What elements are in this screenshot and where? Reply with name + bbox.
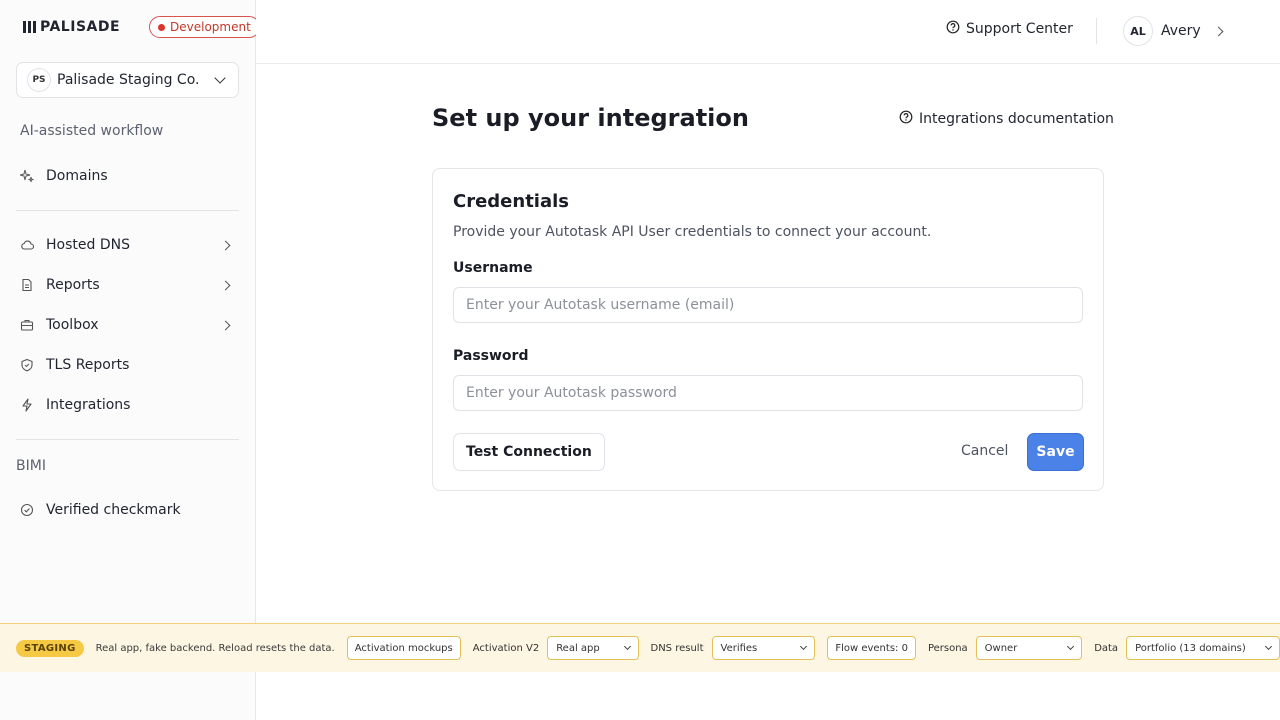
- dns-result-label: DNS result: [650, 642, 704, 654]
- activation-v2-select[interactable]: Real app: [547, 636, 639, 660]
- chevron-right-icon: [220, 240, 231, 250]
- check-circle-icon: [20, 503, 34, 517]
- activation-v2-value: Real app: [556, 642, 600, 654]
- persona-value: Owner: [984, 642, 1018, 654]
- sidebar-item-integrations[interactable]: Integrations: [16, 389, 239, 421]
- chevron-down-icon: [800, 642, 808, 651]
- chevron-right-icon: [220, 320, 231, 330]
- environment-badge-label: Development: [170, 20, 251, 34]
- chevron-right-icon: [1213, 26, 1224, 36]
- card-description: Provide your Autotask API User credentia…: [453, 224, 932, 240]
- user-name: Avery: [1161, 23, 1201, 39]
- avatar: AL: [1123, 16, 1153, 46]
- data-label: Data: [1094, 642, 1119, 654]
- sparkle-icon: [20, 169, 34, 183]
- support-center-link[interactable]: Support Center: [946, 20, 1073, 38]
- activation-mockups-button[interactable]: Activation mockups: [346, 636, 461, 660]
- chevron-down-icon: [214, 72, 226, 84]
- chevron-down-icon: [1067, 642, 1075, 651]
- dns-result-value: Verifies: [720, 642, 758, 654]
- help-circle-icon: [899, 110, 913, 128]
- staging-description: Real app, fake backend. Reload resets th…: [95, 642, 335, 654]
- brand-name: PALISADE: [40, 19, 121, 35]
- chevron-right-icon: [220, 280, 231, 290]
- organization-select[interactable]: PS Palisade Staging Co.: [16, 62, 239, 98]
- page-title: Set up your integration: [432, 104, 749, 132]
- chevron-down-icon: [1264, 642, 1273, 651]
- dns-result-select[interactable]: Verifies: [711, 636, 816, 660]
- sidebar-divider: [16, 439, 239, 440]
- persona-label: Persona: [927, 642, 968, 654]
- sidebar-item-toolbox[interactable]: Toolbox: [16, 309, 239, 341]
- help-circle-icon: [946, 20, 960, 38]
- user-menu[interactable]: AL Avery: [1123, 16, 1224, 46]
- data-value: Portfolio (13 domains): [1135, 642, 1246, 654]
- password-label: Password: [453, 348, 529, 364]
- section-label-bimi: BIMI: [16, 458, 46, 474]
- sidebar-item-label: Toolbox: [46, 317, 99, 333]
- section-label-ai-workflow: AI-assisted workflow: [20, 123, 164, 139]
- sidebar-item-hosted-dns[interactable]: Hosted DNS: [16, 229, 239, 261]
- test-connection-button[interactable]: Test Connection: [453, 433, 605, 471]
- staging-badge: STAGING: [16, 639, 84, 657]
- docs-link-label: Integrations documentation: [919, 111, 1114, 127]
- chevron-down-icon: [623, 642, 631, 651]
- brand-logo[interactable]: PALISADE: [23, 16, 120, 38]
- sidebar-item-label: Reports: [46, 277, 100, 293]
- password-input[interactable]: [453, 375, 1083, 411]
- top-bar: Support Center AL Avery: [256, 0, 1280, 64]
- environment-badge: Development: [149, 16, 260, 38]
- staging-toolbar: STAGING Real app, fake backend. Reload r…: [0, 623, 1280, 672]
- card-title: Credentials: [453, 191, 570, 212]
- document-icon: [20, 278, 34, 292]
- org-name: Palisade Staging Co.: [57, 72, 200, 88]
- save-button[interactable]: Save: [1027, 433, 1084, 471]
- sidebar-item-label: Verified checkmark: [46, 502, 181, 518]
- sidebar-item-domains[interactable]: Domains: [16, 160, 239, 192]
- bolt-icon: [20, 398, 34, 412]
- sidebar: PALISADE Development PS Palisade Staging…: [0, 0, 260, 720]
- cancel-button[interactable]: Cancel: [961, 443, 1008, 459]
- sidebar-item-reports[interactable]: Reports: [16, 269, 239, 301]
- credentials-card: Credentials Provide your Autotask API Us…: [432, 168, 1104, 491]
- username-input[interactable]: [453, 287, 1083, 323]
- sidebar-item-tls-reports[interactable]: TLS Reports: [16, 349, 239, 381]
- header-divider: [1096, 18, 1097, 44]
- sidebar-item-label: Hosted DNS: [46, 237, 130, 253]
- sidebar-item-label: TLS Reports: [46, 357, 130, 373]
- flow-events-button[interactable]: Flow events: 0: [827, 636, 916, 660]
- org-avatar: PS: [27, 68, 51, 92]
- sidebar-item-label: Domains: [46, 168, 108, 184]
- sidebar-item-label: Integrations: [46, 397, 131, 413]
- data-select[interactable]: Portfolio (13 domains): [1126, 636, 1280, 660]
- integrations-documentation-link[interactable]: Integrations documentation: [899, 110, 1114, 128]
- sidebar-item-verified-checkmark[interactable]: Verified checkmark: [16, 494, 239, 526]
- status-dot-icon: [158, 23, 165, 31]
- cloud-icon: [20, 238, 34, 252]
- sidebar-divider: [16, 210, 239, 211]
- support-center-label: Support Center: [966, 21, 1073, 37]
- activation-v2-label: Activation V2: [472, 642, 540, 654]
- logo-mark-icon: [23, 21, 36, 33]
- shield-icon: [20, 358, 34, 372]
- persona-select[interactable]: Owner: [975, 636, 1083, 660]
- username-label: Username: [453, 260, 533, 276]
- toolbox-icon: [20, 318, 34, 332]
